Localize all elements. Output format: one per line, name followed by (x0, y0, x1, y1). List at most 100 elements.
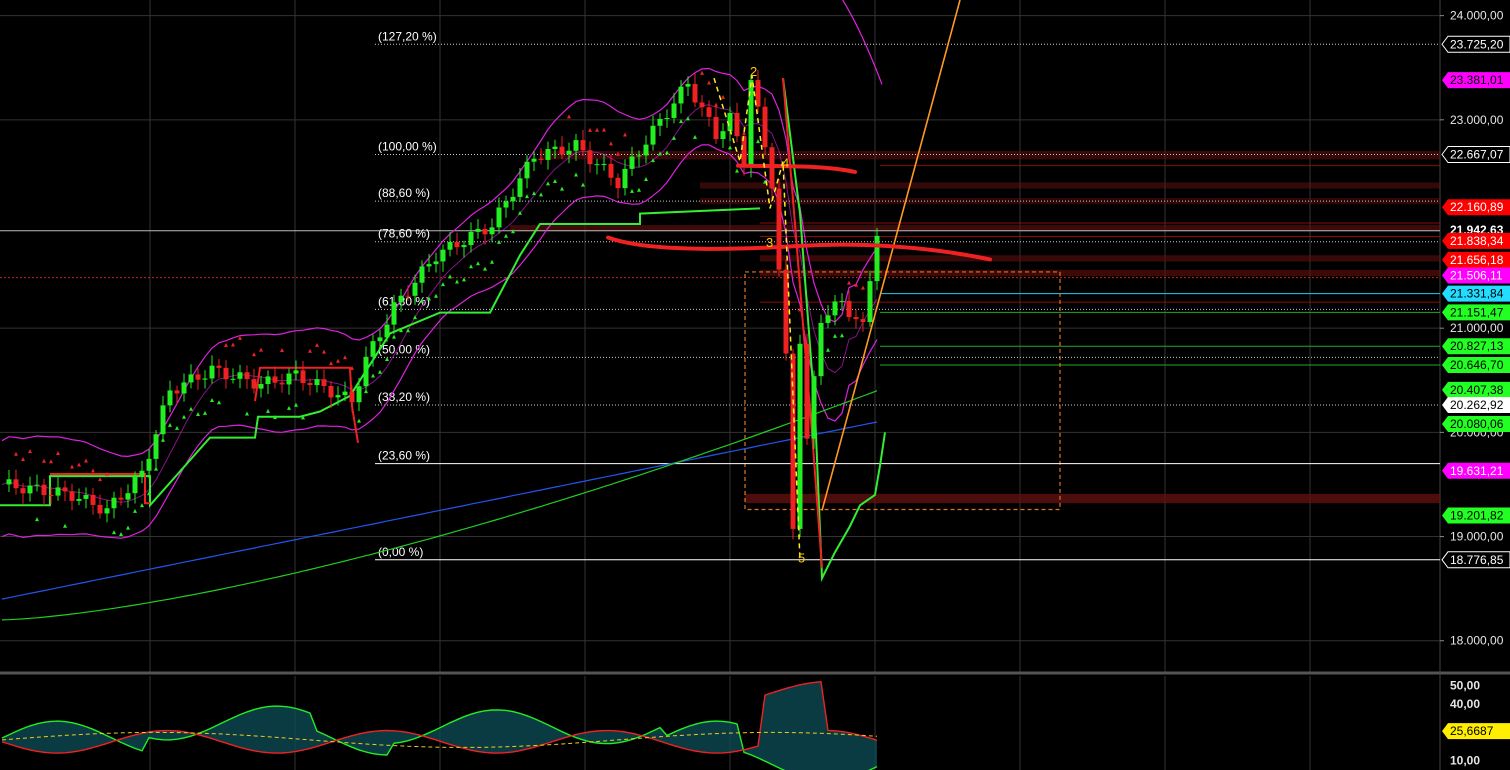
wave-label: 2 (750, 64, 757, 79)
sar-marker (49, 459, 53, 464)
candle-body (139, 470, 145, 477)
osc-tick-label: 50,00 (1450, 678, 1480, 692)
sar-marker (469, 264, 473, 269)
sar-marker (63, 523, 67, 528)
candle-body (174, 390, 180, 394)
sar-marker (553, 179, 557, 184)
candle-body (580, 140, 586, 151)
candle-body (818, 322, 824, 377)
price-tag-label: 20.080,06 (1450, 417, 1504, 431)
sar-marker (259, 347, 263, 352)
sar-marker (161, 437, 165, 442)
candle-body (636, 155, 642, 157)
candle-body (146, 458, 152, 471)
candle-body (713, 116, 719, 140)
candle-body (34, 484, 40, 486)
price-tag-label: 23.381,01 (1450, 73, 1504, 87)
price-tag-label: 22.160,89 (1450, 200, 1504, 214)
candle-body (153, 434, 159, 459)
candle-body (594, 164, 600, 166)
sar-marker (595, 127, 599, 132)
sar-marker (245, 411, 249, 416)
sar-marker (826, 347, 830, 352)
candle-body (160, 405, 166, 435)
sar-marker (189, 406, 193, 411)
candle-body (699, 102, 705, 108)
sar-marker (560, 186, 564, 191)
candle-body (202, 378, 208, 380)
candle-body (559, 146, 565, 155)
candle-body (762, 106, 768, 148)
price-tag: 21.151,47 (1442, 304, 1510, 321)
sar-marker (252, 352, 256, 357)
candle-body (825, 315, 831, 323)
sar-marker (84, 458, 88, 463)
candle-body (447, 241, 453, 250)
candle-body (370, 341, 376, 357)
sar-marker (441, 282, 445, 287)
fib-label: (50,00 %) (378, 342, 430, 356)
candle-body (629, 156, 635, 169)
candle-body (111, 497, 117, 509)
sar-marker (14, 451, 18, 456)
candle-body (97, 504, 103, 514)
sar-marker (322, 349, 326, 354)
candle-body (468, 231, 474, 246)
sar-marker (455, 279, 459, 284)
candle-body (272, 376, 278, 383)
candle-body (118, 497, 124, 500)
sar-marker (847, 280, 851, 285)
price-tag: 20.827,13 (1442, 338, 1510, 355)
candle-body (664, 117, 670, 119)
sar-marker (203, 410, 207, 415)
candle-body (265, 376, 271, 385)
sar-marker (630, 188, 634, 193)
candle-body (90, 494, 96, 505)
candle-body (237, 372, 243, 379)
sar-marker (714, 102, 718, 107)
zone-band (700, 182, 1440, 189)
candle-body (342, 391, 348, 396)
fib-label: (78,60 %) (378, 227, 430, 241)
candle-body (601, 163, 607, 165)
candle-body (230, 378, 236, 380)
trading-chart[interactable]: (127,20 %)(100,00 %)(88,60 %)(78,60 %)(6… (0, 0, 1510, 770)
candle-body (846, 300, 852, 318)
osc-tick-label: 40,00 (1450, 697, 1480, 711)
candle-body (720, 131, 726, 140)
candle-body (552, 146, 558, 150)
sar-marker (756, 139, 760, 144)
fib-label: (100,00 %) (378, 140, 437, 154)
candle-body (293, 370, 299, 374)
sar-marker (112, 530, 116, 535)
sar-marker (392, 334, 396, 339)
sar-marker (231, 342, 235, 347)
candle-body (790, 353, 796, 529)
candle-body (678, 86, 684, 104)
sar-marker (140, 503, 144, 508)
candle-body (804, 343, 810, 439)
candle-body (643, 144, 649, 156)
sar-marker (343, 355, 347, 360)
candle-body (475, 228, 481, 232)
sar-marker (700, 70, 704, 75)
price-tag-label: 25,6687 (1450, 724, 1494, 738)
fibonacci-levels: (127,20 %)(100,00 %)(88,60 %)(78,60 %)(6… (375, 29, 1440, 561)
resistance-zones (0, 151, 1440, 511)
candle-body (650, 125, 656, 145)
sar-marker (42, 458, 46, 463)
sar-marker (483, 266, 487, 271)
sar-marker (434, 293, 438, 298)
zone-band (760, 255, 1440, 262)
price-tag: 19.201,82 (1442, 507, 1510, 524)
sar-marker (154, 466, 158, 471)
sar-marker (476, 261, 480, 266)
sar-marker (119, 531, 123, 536)
candle-body (839, 300, 845, 302)
candle-body (83, 494, 89, 499)
sar-marker (385, 357, 389, 362)
candle-body (811, 376, 817, 439)
sar-marker (539, 192, 543, 197)
candle-body (874, 235, 880, 282)
candle-body (657, 118, 663, 126)
